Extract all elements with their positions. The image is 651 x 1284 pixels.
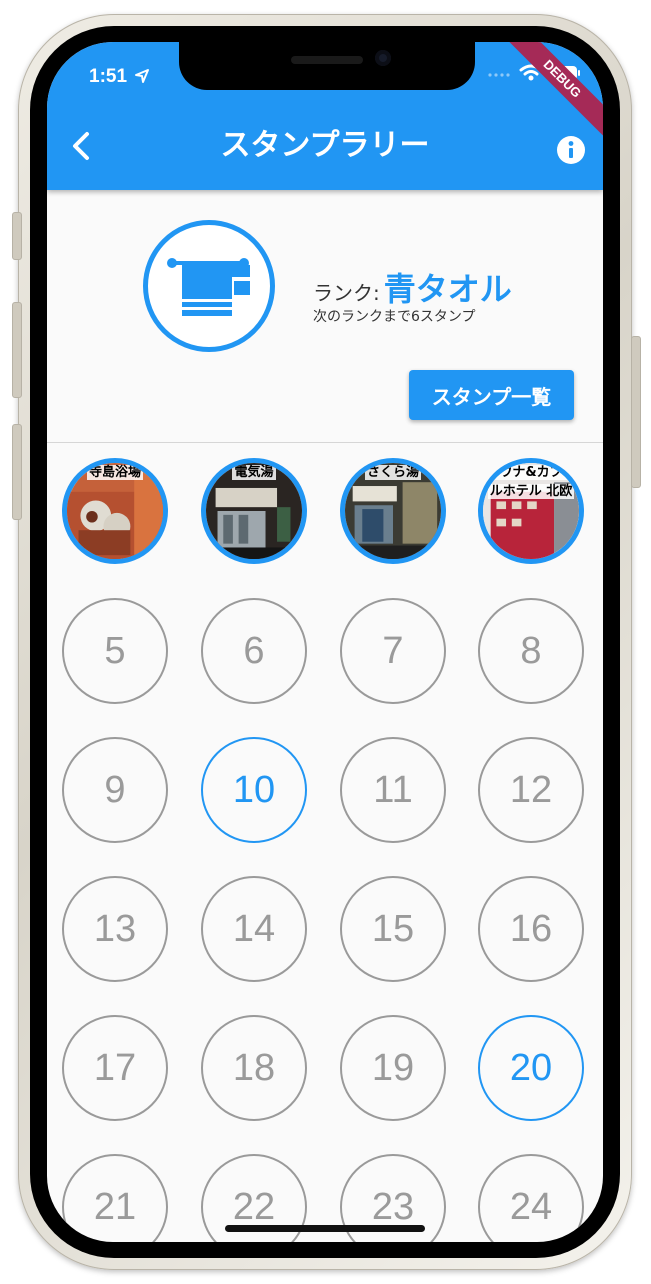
stamp-number: 24 xyxy=(509,1185,553,1228)
stamp-slot-11[interactable]: 11 xyxy=(340,737,446,843)
home-indicator[interactable] xyxy=(225,1225,425,1232)
volume-up-button xyxy=(12,302,22,398)
stamp-number: 18 xyxy=(232,1046,276,1089)
stamp-number: 21 xyxy=(93,1185,137,1228)
stamp-slot-14[interactable]: 14 xyxy=(201,876,307,982)
status-time: 1:51 xyxy=(89,66,150,88)
stamp-slot-16[interactable]: 16 xyxy=(478,876,584,982)
stamp-slot-5[interactable]: 5 xyxy=(62,598,168,704)
stamp-slot-10[interactable]: 10 xyxy=(201,737,307,843)
app-bar: 1:51 DEBUG スタンプラリー xyxy=(47,42,603,190)
power-button xyxy=(631,336,641,488)
stamp-number: 14 xyxy=(232,907,276,950)
stamp-number: 20 xyxy=(509,1046,553,1089)
location-arrow-icon xyxy=(135,69,150,83)
stamp-caption-text: 電気湯 xyxy=(232,465,276,480)
stamp-number: 23 xyxy=(371,1185,415,1228)
stamp-number: 13 xyxy=(93,907,137,950)
stamp-number: 17 xyxy=(93,1046,137,1089)
stamp-number: 15 xyxy=(371,907,415,950)
stamp-number: 9 xyxy=(104,768,126,811)
stamp-number: 16 xyxy=(509,907,553,950)
visited-stamp-terajima[interactable]: 寺島浴場 xyxy=(62,458,168,564)
stamp-number: 11 xyxy=(373,768,413,811)
cellular-signal-icon xyxy=(488,73,510,77)
stamp-caption-line-1: サウナ&カプセ xyxy=(484,465,578,480)
stamp-caption: 寺島浴場 xyxy=(67,463,163,483)
stamp-slot-13[interactable]: 13 xyxy=(62,876,168,982)
stamp-slot-20[interactable]: 20 xyxy=(478,1015,584,1121)
app-screen: 1:51 DEBUG スタンプラリー ランク: 青タオル 次のランクまで6スタン… xyxy=(47,42,603,1242)
stamp-grid: 寺島浴場 電気湯 さくら湯 サウナ&カプセ ルホテル 北欧 5 6 7 8 9 … xyxy=(47,42,603,1242)
page-title: スタンプラリー xyxy=(220,128,430,163)
stamp-slot-21[interactable]: 21 xyxy=(62,1154,168,1242)
stamp-caption: さくら湯 xyxy=(345,463,441,483)
visited-stamp-hokuo[interactable]: サウナ&カプセ ルホテル 北欧 xyxy=(478,458,584,564)
stamp-slot-18[interactable]: 18 xyxy=(201,1015,307,1121)
stamp-caption: 電気湯 xyxy=(206,463,302,483)
stamp-slot-12[interactable]: 12 xyxy=(478,737,584,843)
stamp-caption-text: 寺島浴場 xyxy=(86,465,143,480)
stamp-caption-line-2: ルホテル 北欧 xyxy=(487,484,575,499)
stamp-slot-7[interactable]: 7 xyxy=(340,598,446,704)
stamp-slot-15[interactable]: 15 xyxy=(340,876,446,982)
stamp-number: 5 xyxy=(104,629,126,672)
stamp-number: 19 xyxy=(371,1046,415,1089)
stamp-slot-19[interactable]: 19 xyxy=(340,1015,446,1121)
stamp-slot-8[interactable]: 8 xyxy=(478,598,584,704)
stamp-caption-text: さくら湯 xyxy=(364,465,421,480)
info-icon[interactable] xyxy=(557,136,585,164)
mute-switch xyxy=(12,212,22,260)
notch xyxy=(179,42,475,90)
stamp-caption: サウナ&カプセ ルホテル 北欧 xyxy=(483,463,579,501)
status-time-text: 1:51 xyxy=(89,66,128,87)
front-camera xyxy=(375,50,391,66)
stamp-number: 10 xyxy=(232,768,276,811)
visited-stamp-denkiyu[interactable]: 電気湯 xyxy=(201,458,307,564)
stamp-number: 8 xyxy=(520,629,542,672)
stamp-slot-17[interactable]: 17 xyxy=(62,1015,168,1121)
stamp-number: 12 xyxy=(509,768,553,811)
volume-down-button xyxy=(12,424,22,520)
stamp-number: 22 xyxy=(232,1185,276,1228)
stamp-number: 6 xyxy=(243,629,265,672)
stamp-slot-6[interactable]: 6 xyxy=(201,598,307,704)
stamp-number: 7 xyxy=(382,629,404,672)
stamp-slot-9[interactable]: 9 xyxy=(62,737,168,843)
visited-stamp-sakurayu[interactable]: さくら湯 xyxy=(340,458,446,564)
speaker-grille xyxy=(291,56,363,64)
stamp-slot-24[interactable]: 24 xyxy=(478,1154,584,1242)
